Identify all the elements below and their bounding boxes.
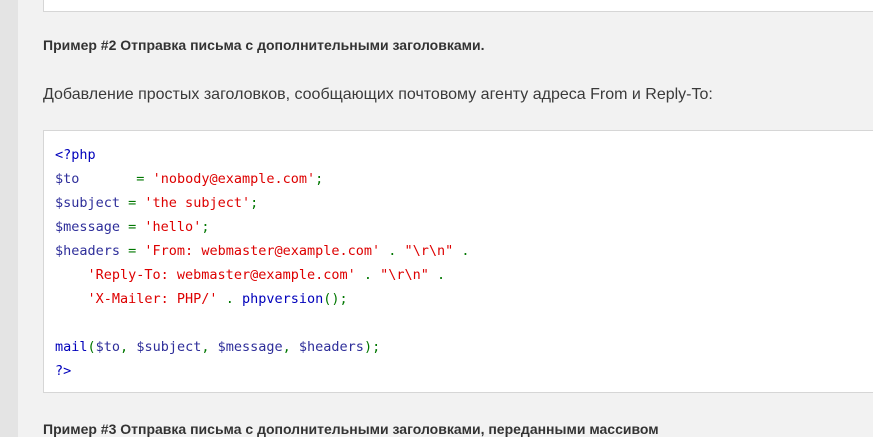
example-2-title: Пример #2 Отправка письма с дополнительн… <box>43 37 485 53</box>
code-string: "\r\n" <box>404 243 454 259</box>
code-function: mail <box>55 339 88 355</box>
code-op: . <box>428 267 446 283</box>
code-op: , <box>282 339 299 355</box>
previous-example-code-box <box>43 0 873 12</box>
code-string: 'the subject' <box>144 195 251 211</box>
code-op: = <box>120 219 145 235</box>
code-var: $headers <box>298 339 364 355</box>
code-function: phpversion <box>241 291 324 307</box>
example-3-title: Пример #3 Отправка письма с дополнительн… <box>43 421 659 437</box>
code-var: $to <box>55 171 80 187</box>
code-op: ); <box>363 339 381 355</box>
code-var: $headers <box>55 243 121 259</box>
code-op: . <box>355 267 381 283</box>
code-op: = <box>128 171 153 187</box>
code-op: = <box>120 195 145 211</box>
example-2-description: Добавление простых заголовков, сообщающи… <box>43 86 713 103</box>
php-close-tag: ?> <box>55 363 72 379</box>
code-string: 'hello' <box>144 219 202 235</box>
code-var: $message <box>55 219 121 235</box>
code-op: , <box>120 339 137 355</box>
left-gutter <box>0 0 18 437</box>
code-string: 'X-Mailer: PHP/' <box>87 291 218 307</box>
code-op: ( <box>87 339 96 355</box>
code-var: $to <box>95 339 121 355</box>
code-string: 'Reply-To: webmaster@example.com' <box>87 267 356 283</box>
code-op: ; <box>315 171 324 187</box>
code-op: . <box>380 243 405 259</box>
code-op: (); <box>323 291 348 307</box>
code-string: 'From: webmaster@example.com' <box>144 243 381 259</box>
code-var: $subject <box>136 339 202 355</box>
code-var: $message <box>217 339 283 355</box>
code-op: = <box>120 243 145 259</box>
php-open-tag: <?php <box>55 147 96 163</box>
code-var: $subject <box>55 195 121 211</box>
code-string: "\r\n" <box>380 267 429 283</box>
code-op: . <box>217 291 242 307</box>
code-op: , <box>201 339 218 355</box>
code-op: ; <box>201 219 210 235</box>
code-string: 'nobody@example.com' <box>152 171 316 187</box>
code-block[interactable]: <?php $to = 'nobody@example.com'; $subje… <box>43 130 873 393</box>
code-op: ; <box>250 195 259 211</box>
php-code: <?php $to = 'nobody@example.com'; $subje… <box>55 143 470 383</box>
code-op: . <box>453 243 470 259</box>
